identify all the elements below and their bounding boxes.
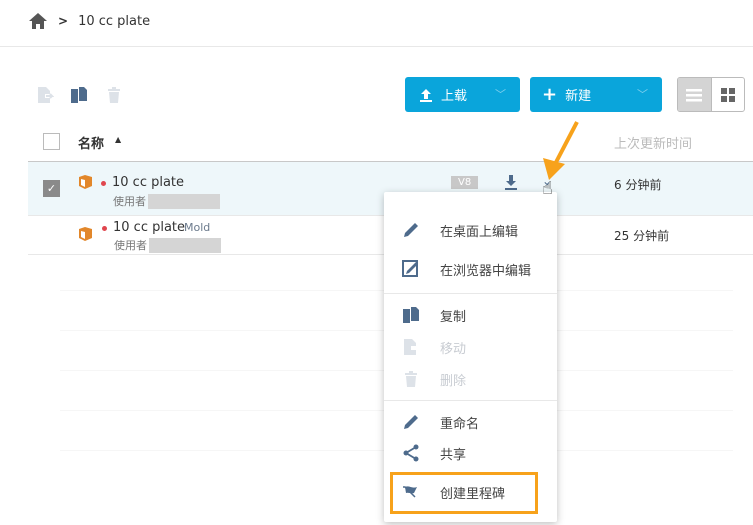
column-updated[interactable]: 上次更新时间 (614, 133, 692, 152)
menu-item-copy[interactable]: 复制 (384, 301, 557, 329)
owner: 使用者 (113, 193, 220, 209)
menu-item-rename[interactable]: 重命名 (384, 408, 557, 436)
upload-icon (420, 88, 432, 102)
part-icon (79, 175, 92, 189)
annotation-arrow-icon (543, 121, 579, 180)
owner-redacted (148, 193, 220, 209)
chevron-down-icon: ﹀ (495, 88, 506, 101)
view-toggle (677, 77, 745, 112)
plus-icon: + (542, 84, 558, 105)
menu-divider (384, 293, 557, 294)
copy-icon (403, 307, 419, 323)
move-icon (404, 339, 416, 355)
upload-button[interactable]: 上载 ﹀ (405, 77, 520, 112)
breadcrumb-current: 10 cc plate (78, 13, 151, 29)
status-dot (102, 226, 107, 231)
trash-icon[interactable] (105, 86, 123, 104)
file-name[interactable]: 10 cc plate (112, 175, 184, 190)
grid-icon (720, 87, 735, 102)
pencil-icon (404, 223, 418, 237)
list-view-button[interactable] (678, 78, 712, 111)
menu-item-move[interactable]: 移动 (384, 333, 557, 361)
highlight-box (390, 472, 538, 514)
copy-icon[interactable] (70, 86, 88, 104)
part-icon (79, 227, 92, 241)
pencil-icon (404, 415, 418, 429)
new-button[interactable]: + 新建 ﹀ (530, 77, 662, 112)
status-dot (101, 181, 106, 186)
updated-time: 6 分钟前 (614, 178, 662, 192)
download-icon[interactable] (504, 174, 518, 190)
row-checkbox[interactable]: ✓ (43, 180, 60, 197)
column-name[interactable]: 名称 (78, 133, 104, 152)
sort-asc-icon[interactable]: ▲ (115, 135, 121, 144)
list-icon (686, 88, 703, 101)
select-all-checkbox[interactable] (43, 133, 60, 150)
browser-edit-icon (402, 260, 418, 277)
menu-item-edit-browser[interactable]: 在浏览器中编辑 (384, 255, 557, 283)
menu-item-share[interactable]: 共享 (384, 439, 557, 467)
owner-redacted (149, 237, 221, 253)
menu-item-edit-desktop[interactable]: 在桌面上编辑 (384, 216, 557, 244)
home-icon[interactable] (28, 12, 48, 30)
breadcrumb: > 10 cc plate (28, 10, 150, 32)
hand-cursor-icon: ☝ (542, 178, 553, 199)
move-icon[interactable] (36, 86, 54, 104)
share-icon (403, 444, 419, 462)
chevron-down-icon: ﹀ (637, 88, 648, 101)
trash-icon (405, 371, 417, 387)
divider (0, 46, 753, 47)
owner: 使用者 (114, 237, 221, 253)
file-name[interactable]: 10 cc plate (113, 220, 185, 235)
chevron-right-icon: > (58, 14, 69, 28)
grid-view-button[interactable] (712, 78, 745, 111)
table-header: 名称 ▲ 上次更新时间 (28, 122, 753, 162)
file-tag: Mold (184, 221, 211, 234)
version-badge: V8 (451, 176, 479, 189)
updated-time: 25 分钟前 (614, 229, 670, 243)
menu-item-delete[interactable]: 删除 (384, 365, 557, 393)
menu-divider (384, 400, 557, 401)
